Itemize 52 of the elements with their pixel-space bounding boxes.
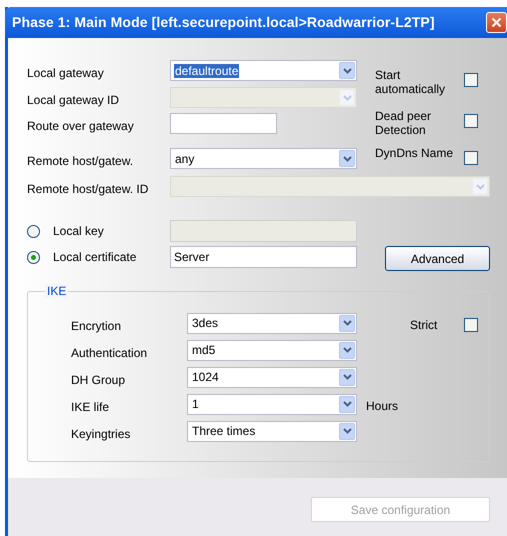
dropdown-value: 1024	[191, 370, 220, 384]
chevron-down-icon	[342, 347, 352, 353]
dropdown-value: Three times	[191, 424, 256, 438]
option-label: Start automatically	[375, 68, 446, 96]
field-label: DH Group	[71, 373, 126, 387]
dropdown[interactable]: defaultroute	[170, 60, 357, 81]
dropdown[interactable]: 3des	[187, 312, 357, 334]
chevron-down-icon	[342, 374, 352, 380]
field-label: Local gateway ID	[27, 92, 120, 106]
dropdown-value: 1	[191, 397, 200, 411]
text-field[interactable]: Server	[170, 246, 357, 268]
close-icon	[491, 17, 502, 28]
field-label: Authentication	[71, 346, 148, 360]
close-button[interactable]	[486, 12, 507, 33]
dropdown-value: 3des	[191, 316, 220, 330]
checkbox[interactable]	[464, 318, 478, 332]
dropdown-value: defaultroute	[174, 64, 240, 78]
group-legend: IKE	[45, 284, 68, 298]
option-label: Dead peer Detection	[375, 109, 432, 137]
field-label: Keyingtries	[71, 427, 132, 441]
strict-label: Strict	[410, 318, 438, 332]
field-label: Route over gateway	[27, 118, 135, 132]
chevron-down-icon	[342, 401, 352, 407]
radio-label: Local key	[53, 224, 104, 238]
checkbox[interactable]	[464, 114, 478, 128]
chevron-down-icon	[342, 68, 352, 74]
radio-label: Local certificate	[53, 250, 136, 264]
field-label: IKE life	[71, 400, 110, 414]
dropdown-value: any	[174, 152, 196, 166]
checkbox[interactable]	[464, 151, 478, 165]
field-label: Remote host/gatew. ID	[27, 182, 150, 196]
dropdown[interactable]: md5	[187, 340, 357, 360]
chevron-down-icon	[342, 320, 352, 326]
field-label: Remote host/gatew.	[27, 154, 134, 168]
dropdown[interactable]: Three times	[187, 420, 357, 442]
text-field[interactable]	[170, 113, 277, 134]
field-label: Local gateway	[27, 66, 105, 80]
advanced-button[interactable]: Advanced	[385, 246, 490, 271]
checkbox[interactable]	[464, 73, 478, 87]
window-title: Phase 1: Main Mode [left.securepoint.local>Roadwarrior-L2TP]	[11, 13, 435, 32]
radio-button[interactable]	[27, 250, 40, 264]
option-label: DynDns Name	[375, 146, 454, 160]
dropdown[interactable]: 1	[187, 394, 357, 414]
unit-label: Hours	[366, 399, 398, 413]
field-label: Encrytion	[71, 319, 122, 333]
dropdown[interactable]: any	[170, 148, 357, 169]
chevron-down-icon	[476, 184, 484, 190]
dropdown-value: md5	[191, 343, 216, 357]
chevron-down-icon	[342, 94, 352, 100]
chevron-down-icon	[342, 156, 352, 162]
chevron-down-icon	[342, 428, 352, 434]
dropdown[interactable]: 1024	[187, 366, 357, 388]
